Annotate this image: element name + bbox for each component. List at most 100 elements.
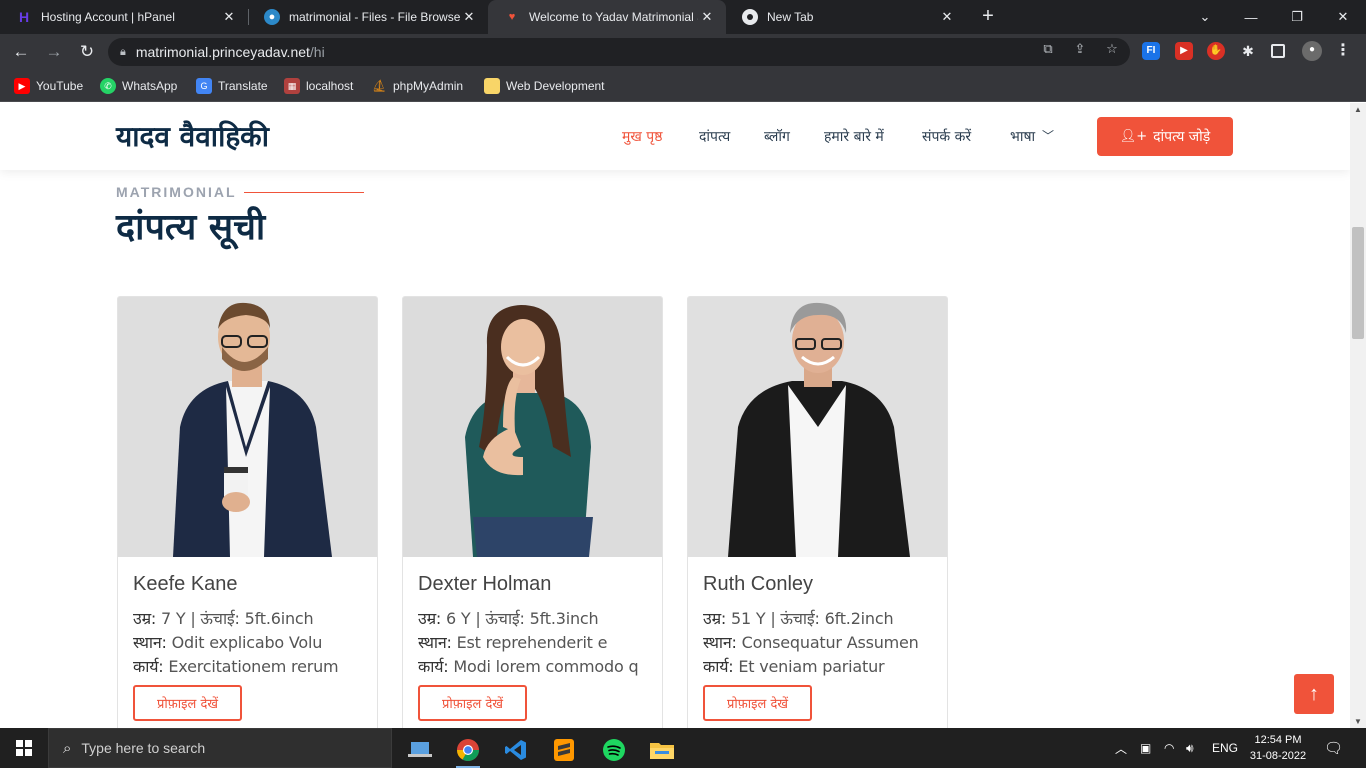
sublime-icon[interactable] (542, 732, 586, 768)
language-indicator[interactable]: ENG (1212, 728, 1238, 768)
url-bar[interactable]: 🔒︎ matrimonial.princeyadav.net/hi (108, 38, 1130, 66)
site-logo[interactable]: यादव वैवाहिकी (116, 117, 269, 155)
view-profile-button[interactable]: प्रोफ़ाइल देखें (133, 685, 242, 721)
nav-about[interactable]: हमारे बारे में (824, 127, 884, 146)
share-icon[interactable]: ⇪ (1071, 40, 1089, 58)
tab-file-browser[interactable]: ● matrimonial - Files - File Browser ✕ (248, 0, 488, 34)
scroll-up-icon[interactable]: ▲ (1354, 105, 1362, 114)
chrome-icon[interactable] (446, 732, 490, 768)
profile-card: Keefe Kane उम्र: 7 Y | ऊंचाई: 5ft.6inch … (117, 296, 378, 728)
system-clock[interactable]: 12:54 PM 31-08-2022 (1243, 732, 1313, 764)
url-host: matrimonial.princeyadav.net (135, 44, 310, 60)
view-profile-button[interactable]: प्रोफ़ाइल देखें (418, 685, 527, 721)
restore-button[interactable]: ❐ (1274, 0, 1320, 34)
reload-icon[interactable]: ↻ (76, 41, 98, 63)
close-icon[interactable]: ✕ (460, 9, 478, 25)
bookmark-label: Translate (218, 79, 268, 93)
eyebrow-divider (244, 192, 364, 193)
profile-photo[interactable] (403, 297, 662, 557)
back-arrow-icon[interactable]: ← (10, 41, 32, 63)
profile-name: Dexter Holman (418, 573, 552, 595)
close-icon[interactable]: ✕ (938, 9, 956, 25)
bookmark-translate[interactable]: G Translate (196, 77, 268, 95)
bookmark-star-icon[interactable]: ☆ (1103, 40, 1121, 58)
profile-work: कार्य: Et veniam pariatur (703, 655, 943, 677)
bookmark-label: Web Development (506, 79, 605, 93)
lock-icon: 🔒︎ (120, 45, 126, 58)
bookmark-phpmyadmin[interactable]: ⛵︎ phpMyAdmin (371, 77, 463, 95)
add-button-label: दांपत्य जोड़े (1153, 129, 1211, 145)
nav-home[interactable]: मुख पृष्ठ (622, 127, 662, 146)
minimize-button[interactable]: — (1228, 0, 1274, 34)
extension-fi-icon[interactable]: FI (1142, 42, 1160, 60)
meet-now-icon[interactable]: ▣ (1140, 728, 1151, 768)
notification-icon[interactable]: 🗨︎ (1324, 728, 1343, 768)
windows-start-button[interactable] (0, 728, 48, 768)
profile-photo[interactable] (118, 297, 377, 557)
extensions-puzzle-icon[interactable]: ✱ (1239, 42, 1257, 60)
user-plus-icon: 👤︎+ (1119, 129, 1148, 144)
nav-matrimony[interactable]: दांपत्य (699, 127, 730, 146)
profile-work: कार्य: Modi lorem commodo q (418, 655, 658, 677)
bookmark-label: WhatsApp (122, 79, 178, 93)
profile-age-height: उम्र: 51 Y | ऊंचाई: 6ft.2inch (703, 607, 943, 629)
bookmark-web-development[interactable]: Web Development (484, 77, 605, 95)
tab-yadav-matrimonial[interactable]: ♥ Welcome to Yadav Matrimonial S ✕ (488, 0, 726, 34)
nav-blog[interactable]: ब्लॉग (764, 127, 790, 146)
age-height-value: 6 Y | ऊंचाई: 5ft.3inch (441, 609, 599, 628)
vscode-icon[interactable] (494, 732, 538, 768)
age-label: उम्र: (703, 609, 727, 628)
profile-location: स्थान: Est reprehenderit e (418, 631, 658, 653)
translate-page-icon[interactable]: ⧉ (1039, 40, 1057, 58)
bookmark-youtube[interactable]: ▶ YouTube (14, 77, 83, 95)
whatsapp-icon: ✆ (100, 78, 116, 94)
view-profile-button[interactable]: प्रोफ़ाइल देखें (703, 685, 812, 721)
extension-video-icon[interactable]: ▶ (1175, 42, 1193, 60)
wifi-icon[interactable]: ◠ (1164, 728, 1174, 768)
nav-language[interactable]: भाषा (1010, 127, 1035, 146)
profile-avatar-icon[interactable]: ● (1302, 41, 1322, 61)
side-panel-icon[interactable] (1271, 44, 1285, 58)
clock-time: 12:54 PM (1254, 734, 1302, 746)
bookmarks-bar: ▶ YouTube ✆ WhatsApp G Translate ▦ local… (0, 70, 1366, 102)
taskbar-search[interactable]: ⌕ Type here to search (48, 728, 392, 768)
work-value: Et veniam pariatur (733, 657, 885, 676)
site-icon: ♥ (508, 11, 516, 23)
tab-new-tab[interactable]: New Tab ✕ (726, 0, 966, 34)
show-hidden-icons-chevron-icon[interactable]: ︿ (1115, 728, 1127, 768)
new-tab-button[interactable]: + (977, 5, 999, 27)
folder-icon[interactable] (640, 732, 684, 768)
scroll-thumb[interactable] (1352, 227, 1364, 339)
tab-search-chevron-icon[interactable]: ⌄ (1182, 0, 1228, 34)
search-placeholder: Type here to search (81, 740, 206, 756)
nav-contact[interactable]: संपर्क करें (922, 127, 971, 146)
add-matrimony-button[interactable]: 👤︎+ दांपत्य जोड़े (1097, 117, 1233, 156)
volume-icon[interactable]: 🔊︎ (1186, 728, 1194, 768)
chevron-down-icon[interactable]: ﹀ (1042, 127, 1054, 144)
scroll-to-top-button[interactable]: ↑ (1294, 674, 1334, 714)
close-window-button[interactable]: ✕ (1320, 0, 1366, 34)
file-explorer-laptop-icon[interactable] (398, 732, 442, 768)
bookmark-label: phpMyAdmin (393, 79, 464, 93)
extension-adblock-icon[interactable]: ✋ (1207, 42, 1225, 60)
close-icon[interactable]: ✕ (220, 9, 238, 25)
spotify-icon[interactable] (592, 732, 636, 768)
scroll-down-icon[interactable]: ▼ (1354, 717, 1362, 726)
forward-arrow-icon[interactable]: → (43, 41, 65, 63)
profile-photo[interactable] (688, 297, 947, 557)
work-value: Modi lorem commodo q (448, 657, 639, 676)
profile-name: Ruth Conley (703, 573, 814, 595)
section-title: दांपत्य सूची (116, 207, 266, 248)
close-icon[interactable]: ✕ (698, 9, 716, 25)
bookmark-whatsapp[interactable]: ✆ WhatsApp (100, 77, 177, 95)
page-scrollbar[interactable]: ▲ ▼ (1350, 103, 1366, 728)
windows-logo-icon (16, 740, 32, 756)
menu-kebab-icon[interactable]: ⋮ (1334, 42, 1352, 60)
profile-card: Dexter Holman उम्र: 6 Y | ऊंचाई: 5ft.3in… (402, 296, 663, 728)
tab-hostinger[interactable]: H Hosting Account | hPanel ✕ (0, 0, 248, 34)
bookmark-localhost[interactable]: ▦ localhost (284, 77, 353, 95)
section-eyebrow: MATRIMONIAL (116, 184, 237, 200)
profile-name: Keefe Kane (133, 573, 238, 595)
work-value: Exercitationem rerum (163, 657, 339, 676)
arrow-up-icon: ↑ (1309, 682, 1319, 705)
